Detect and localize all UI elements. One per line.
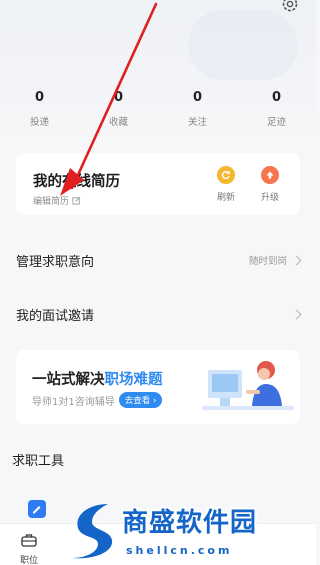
annotation-arrow bbox=[60, 2, 158, 196]
